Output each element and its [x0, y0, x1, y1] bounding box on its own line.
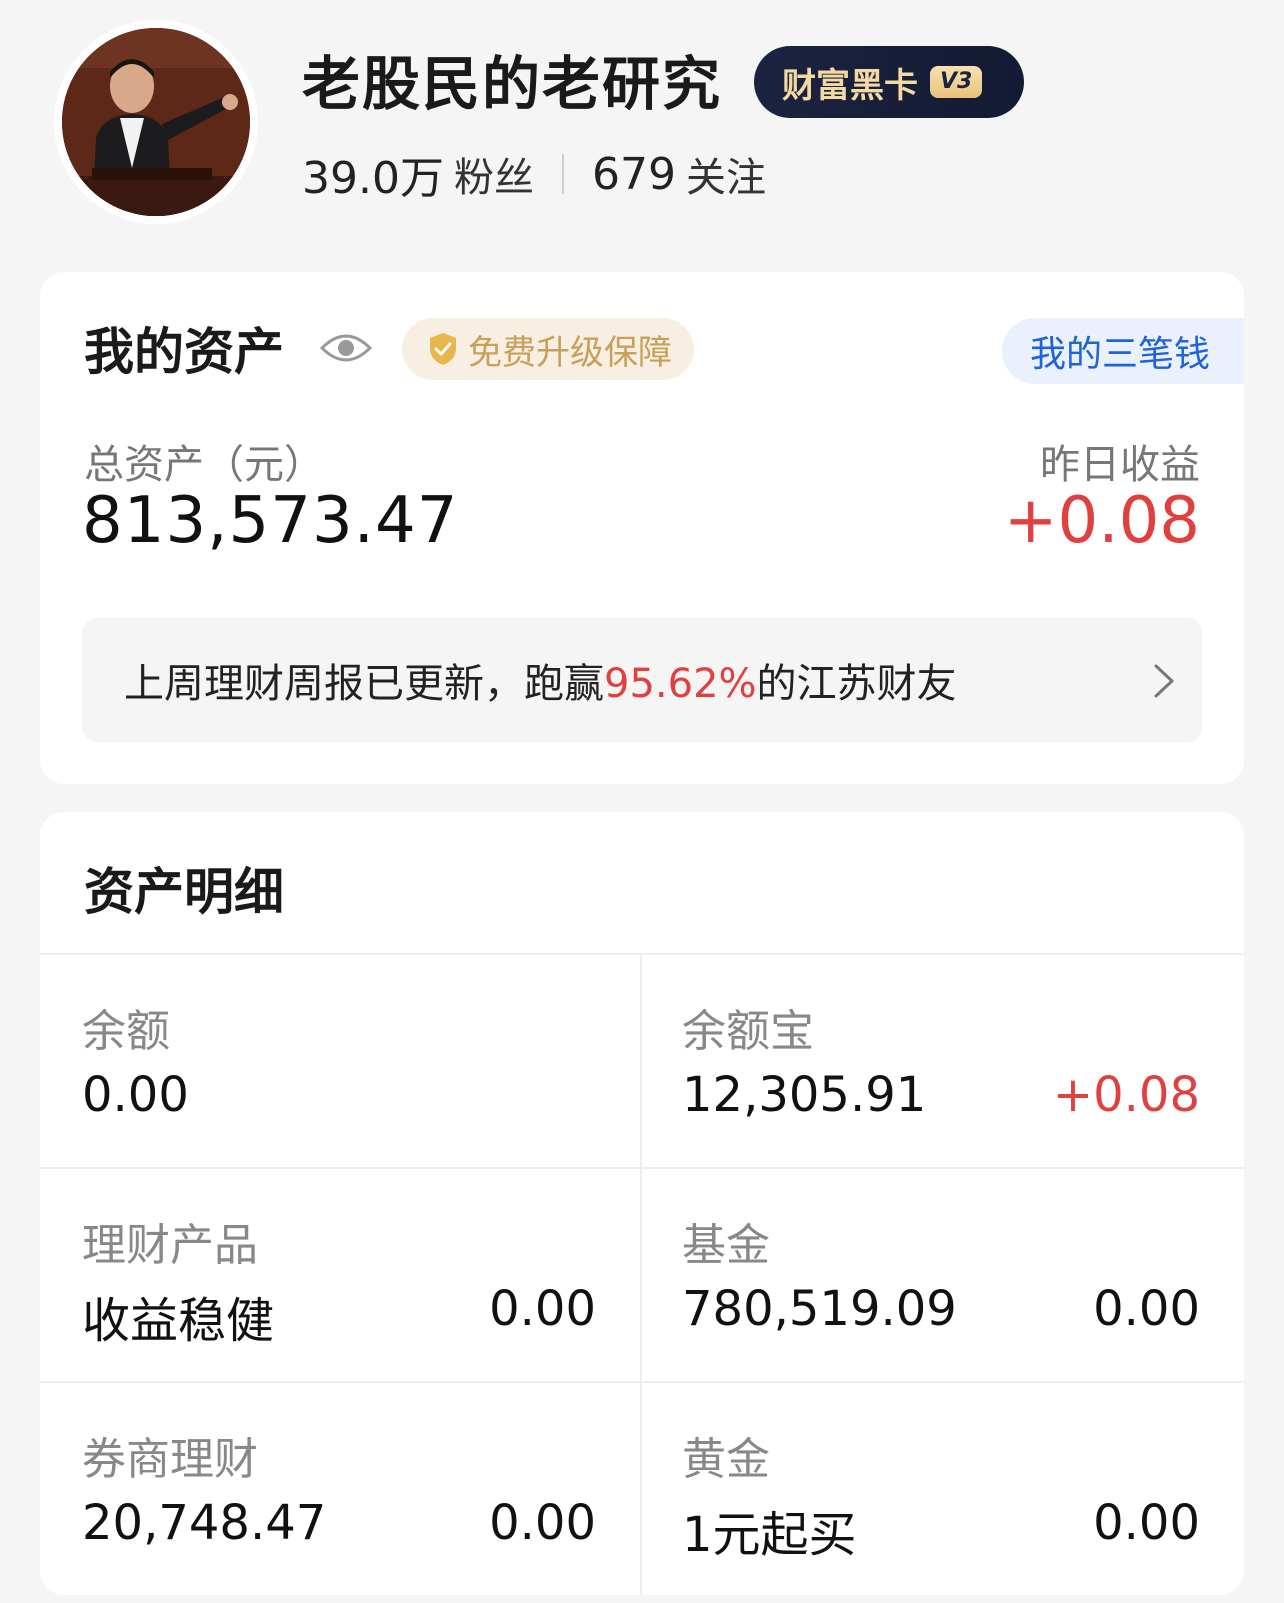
total-assets-label: 总资产（元）	[84, 442, 324, 488]
asset-item-earnings: 0.00	[489, 1281, 596, 1337]
vip-level: V3	[930, 66, 983, 98]
avatar[interactable]	[54, 20, 258, 224]
followers-label[interactable]: 粉丝	[454, 145, 534, 203]
chevron-right-icon	[1154, 664, 1174, 698]
nickname: 老股民的老研究	[302, 50, 723, 118]
shield-icon	[430, 333, 456, 365]
asset-item-label: 券商理财	[82, 1434, 258, 1485]
vip-label: 财富黑卡	[782, 65, 918, 106]
yesterday-earnings-value[interactable]: +0.08	[1004, 484, 1200, 558]
asset-item-label: 基金	[682, 1220, 770, 1271]
weekly-report-prefix: 上周理财周报已更新，跑赢	[124, 661, 604, 707]
followers-count[interactable]: 39.0万	[302, 142, 444, 206]
asset-item-label: 理财产品	[82, 1220, 258, 1271]
assets-title: 我的资产	[84, 323, 284, 381]
my-assets-card: 我的资产 免费升级保障 我的三笔钱 总资产（元） 813,573.47 昨日收益…	[40, 272, 1244, 784]
three-money-label: 我的三笔钱	[1030, 334, 1211, 375]
asset-item-funds[interactable]: 基金 780,519.09 0.00	[642, 1169, 1244, 1383]
asset-detail-grid: 余额 0.00 余额宝 12,305.91 +0.08 理财产品 收益稳健 0.…	[40, 953, 1244, 1595]
yesterday-earnings-label: 昨日收益	[1040, 442, 1200, 488]
asset-item-value: 20,748.47	[82, 1495, 327, 1551]
asset-item-earnings: 0.00	[1093, 1495, 1200, 1551]
weekly-report-percent: 95.62%	[604, 661, 757, 707]
asset-item-label: 余额宝	[682, 1006, 814, 1057]
asset-item-earnings: 0.00	[489, 1495, 596, 1551]
asset-detail-card: 资产明细 余额 0.00 余额宝 12,305.91 +0.08 理财产品 收益…	[40, 812, 1244, 1595]
asset-item-value: 0.00	[82, 1067, 189, 1123]
weekly-report-text: 上周理财周报已更新，跑赢95.62%的江苏财友	[124, 651, 957, 709]
eye-icon[interactable]	[320, 330, 372, 366]
asset-item-value: 收益稳健	[82, 1293, 275, 1349]
following-label[interactable]: 关注	[686, 145, 766, 203]
asset-item-value: 1元起买	[682, 1507, 857, 1563]
avatar-image	[62, 28, 250, 216]
vip-badge[interactable]: 财富黑卡 V3	[754, 46, 1024, 118]
asset-item-balance[interactable]: 余额 0.00	[40, 955, 642, 1169]
asset-item-broker-wealth[interactable]: 券商理财 20,748.47 0.00	[40, 1383, 642, 1595]
profile-header: 老股民的老研究 财富黑卡 V3 39.0万 粉丝 679 关注	[0, 0, 1284, 260]
asset-item-label: 黄金	[682, 1434, 770, 1485]
asset-detail-title: 资产明细	[84, 863, 284, 921]
stats-divider	[561, 154, 564, 194]
asset-item-earnings: +0.08	[1052, 1067, 1200, 1123]
asset-item-value: 780,519.09	[682, 1281, 957, 1337]
profile-stats: 39.0万 粉丝 679 关注	[302, 145, 766, 205]
three-money-button[interactable]: 我的三笔钱	[1002, 318, 1244, 384]
following-count[interactable]: 679	[592, 149, 676, 200]
asset-item-yuebao[interactable]: 余额宝 12,305.91 +0.08	[642, 955, 1244, 1169]
asset-item-wealth-products[interactable]: 理财产品 收益稳健 0.00	[40, 1169, 642, 1383]
upgrade-label: 免费升级保障	[468, 332, 672, 373]
weekly-report-banner[interactable]: 上周理财周报已更新，跑赢95.62%的江苏财友	[82, 618, 1202, 742]
upgrade-protection-button[interactable]: 免费升级保障	[402, 318, 694, 380]
asset-item-gold[interactable]: 黄金 1元起买 0.00	[642, 1383, 1244, 1595]
asset-item-label: 余额	[82, 1006, 170, 1057]
asset-item-value: 12,305.91	[682, 1067, 927, 1123]
weekly-report-suffix: 的江苏财友	[756, 661, 957, 707]
asset-item-earnings: 0.00	[1093, 1281, 1200, 1337]
total-assets-value[interactable]: 813,573.47	[82, 484, 458, 558]
